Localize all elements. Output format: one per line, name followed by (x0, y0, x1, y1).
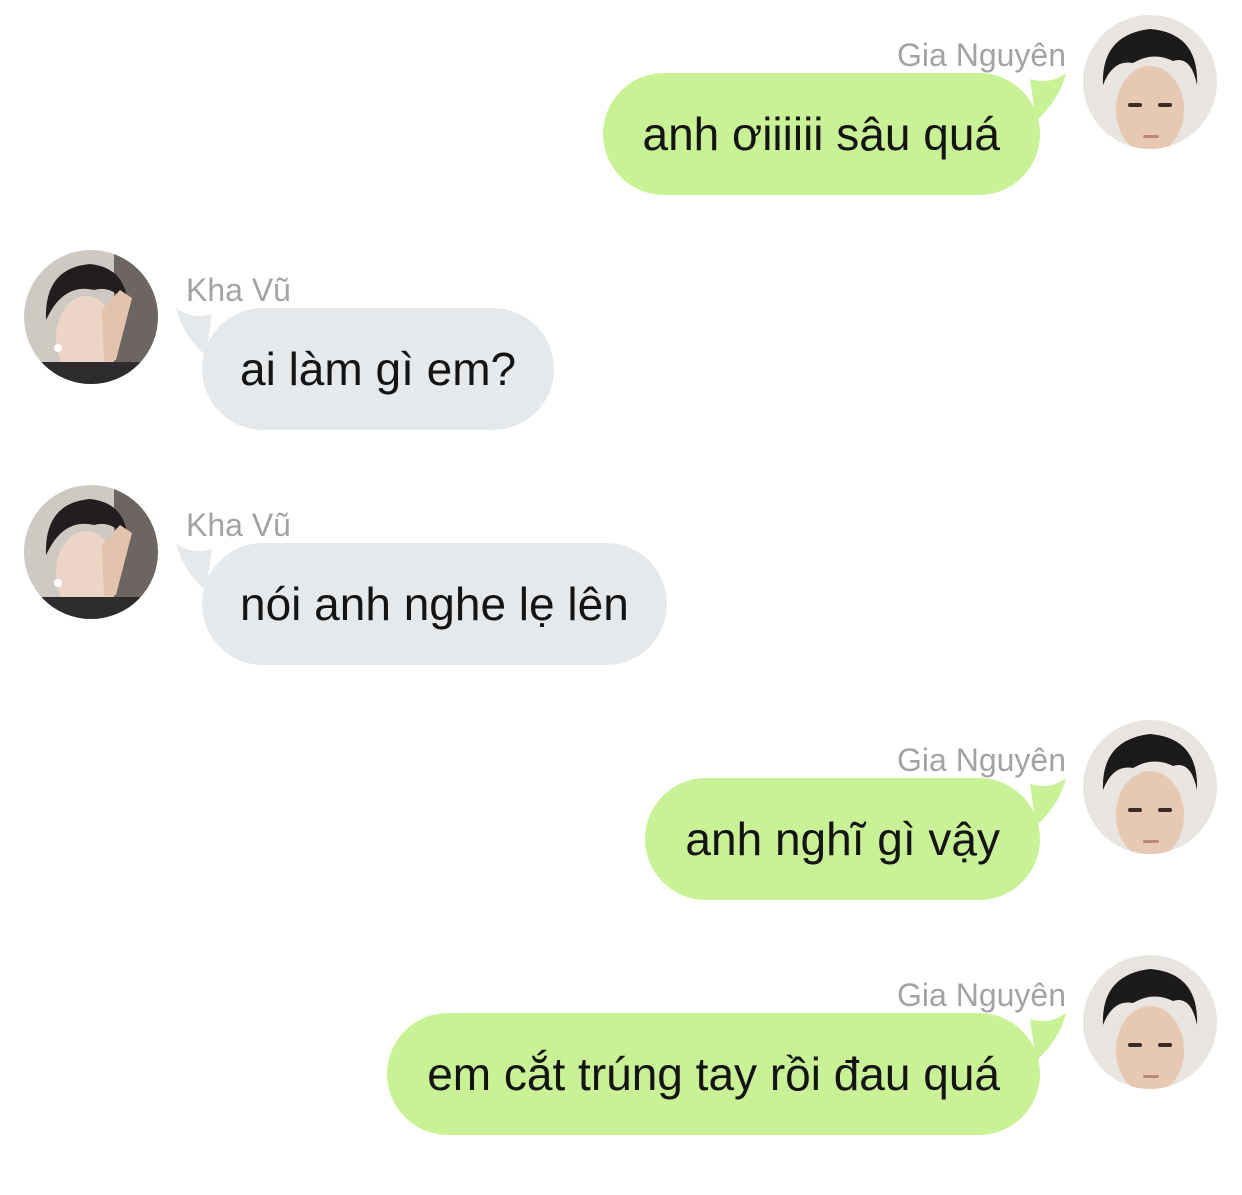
message-bubble[interactable]: anh nghĩ gì vậy (645, 778, 1040, 900)
sender-name: Gia Nguyên (897, 742, 1066, 778)
sender-name: Kha Vũ (186, 507, 291, 543)
sender-name: Kha Vũ (186, 272, 291, 308)
avatar-icon[interactable] (24, 485, 158, 619)
sender-name: Gia Nguyên (897, 977, 1066, 1013)
avatar-icon[interactable] (24, 250, 158, 384)
message-row: Gia Nguyên anh nghĩ gì vậy (0, 720, 1242, 940)
message-bubble[interactable]: ai làm gì em? (202, 308, 555, 430)
message-text: nói anh nghe lẹ lên (240, 578, 629, 630)
message-bubble[interactable]: anh ơiiiiii sâu quá (602, 73, 1040, 195)
message-bubble[interactable]: em cắt trúng tay rồi đau quá (387, 1013, 1040, 1135)
message-row: Kha Vũ nói anh nghe lẹ lên (0, 485, 1242, 705)
message-text: anh nghĩ gì vậy (685, 813, 1000, 865)
message-row: Gia Nguyên em cắt trúng tay rồi đau quá (0, 955, 1242, 1175)
message-row: Kha Vũ ai làm gì em? (0, 250, 1242, 470)
avatar-icon[interactable] (1083, 720, 1217, 854)
sender-name: Gia Nguyên (897, 37, 1066, 73)
avatar-kha-vu-icon (24, 250, 158, 384)
avatar-gia-nguyen-icon (1083, 720, 1217, 854)
message-bubble[interactable]: nói anh nghe lẹ lên (202, 543, 667, 665)
message-text: ai làm gì em? (240, 343, 517, 395)
avatar-kha-vu-icon (24, 485, 158, 619)
message-text: anh ơiiiiii sâu quá (642, 108, 1001, 160)
avatar-gia-nguyen-icon (1083, 15, 1217, 149)
avatar-icon[interactable] (1083, 955, 1217, 1089)
avatar-icon[interactable] (1083, 15, 1217, 149)
message-row: Gia Nguyên anh ơiiiiii sâu quá (0, 15, 1242, 235)
avatar-gia-nguyen-icon (1083, 955, 1217, 1089)
message-text: em cắt trúng tay rồi đau quá (427, 1048, 1000, 1100)
